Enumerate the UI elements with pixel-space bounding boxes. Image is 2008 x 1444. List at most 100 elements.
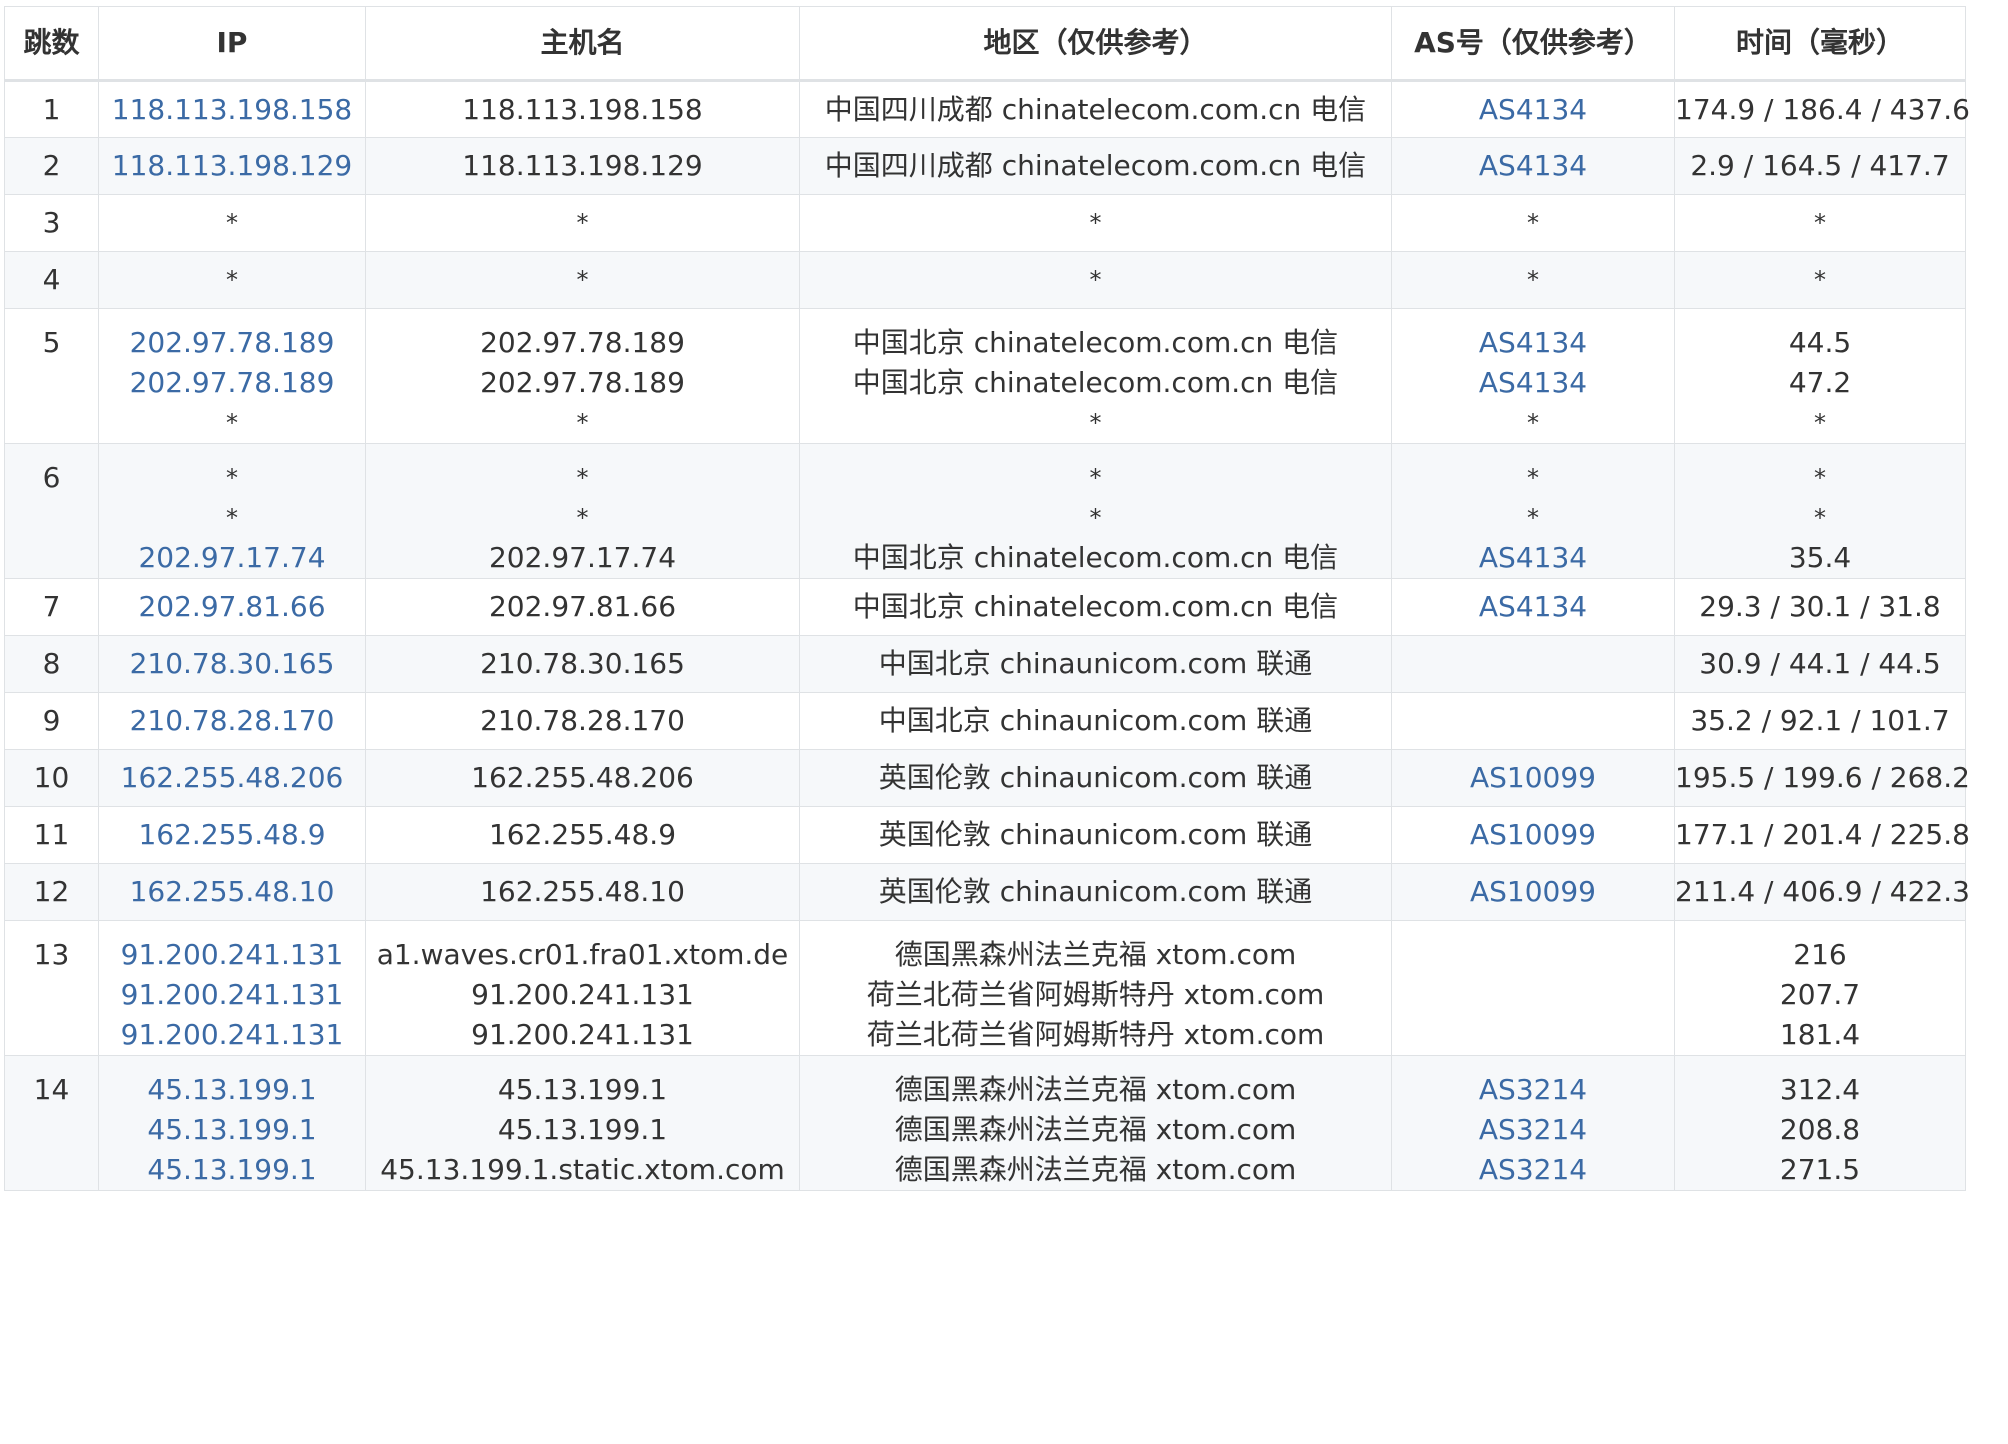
ip-link[interactable]: 45.13.199.1 (99, 1070, 365, 1110)
ip-link[interactable]: 162.255.48.206 (99, 758, 365, 798)
time-text: 29.3 / 30.1 / 31.8 (1699, 590, 1941, 623)
hop-cell: 4 (4, 251, 99, 309)
region-cell: 英国伦敦 chinaunicom.com 联通 (799, 749, 1392, 807)
ip-link[interactable]: 45.13.199.1 (99, 1150, 365, 1190)
host-cell: 202.97.81.66 (365, 578, 800, 636)
ip-cell: 162.255.48.206 (98, 749, 366, 807)
ip-link[interactable]: 202.97.78.189 (99, 323, 365, 363)
ip-link[interactable]: 91.200.241.131 (99, 935, 365, 975)
ip-link[interactable]: 162.255.48.9 (99, 815, 365, 855)
region-cell: 中国北京 chinatelecom.com.cn 电信 中国北京 chinatel… (799, 308, 1392, 444)
time-cell: 174.9 / 186.4 / 437.6 (1674, 80, 1970, 138)
as-text: * (1527, 266, 1539, 294)
region-cell: 中国四川成都 chinatelecom.com.cn 电信 (799, 80, 1392, 138)
region-text: * (1089, 504, 1102, 532)
as-link[interactable]: AS4134 (1392, 90, 1674, 130)
table-row: 9 210.78.28.170 210.78.28.170 中国北京 chinauni… (4, 692, 1966, 750)
table-row: 2 118.113.198.129 118.113.198.129 中国四川成都 ch… (4, 137, 1966, 195)
host-cell: a1.waves.cr01.fra01.xtom.de 91.200.241.13… (365, 920, 800, 1056)
as-link[interactable]: AS4134 (1392, 146, 1674, 186)
ip-link[interactable]: 202.97.17.74 (99, 538, 365, 578)
table-row: 11 162.255.48.9 162.255.48.9 英国伦敦 chinaunic… (4, 806, 1970, 864)
region-text: 中国四川成都 chinatelecom.com.cn 电信 (824, 92, 1367, 126)
region-cell: 英国伦敦 chinaunicom.com 联通 (799, 863, 1392, 921)
host-text: * (576, 409, 589, 437)
as-link[interactable]: AS3214 (1392, 1110, 1674, 1150)
region-text: 中国四川成都 chinatelecom.com.cn 电信 (824, 149, 1367, 182)
as-text: * (1527, 504, 1539, 532)
host-cell: 118.113.198.129 (365, 137, 800, 195)
as-link[interactable]: AS4134 (1392, 323, 1674, 363)
ip-cell: * (98, 251, 366, 309)
region-text: * (1089, 209, 1102, 237)
time-text: * (1814, 409, 1826, 437)
ip-link[interactable]: 118.113.198.129 (99, 146, 365, 186)
ip-link[interactable]: 91.200.241.131 (99, 975, 365, 1015)
hop-cell: 9 (4, 692, 99, 750)
table-row: 5 202.97.78.189 202.97.78.189 * 202.97.78.18… (4, 308, 1966, 444)
region-text: 荷兰北荷兰省阿姆斯特丹 xtom.com (866, 978, 1325, 1011)
as-link[interactable]: AS10099 (1392, 758, 1674, 798)
as-link[interactable]: AS10099 (1392, 815, 1674, 855)
region-text: 中国北京 chinatelecom.com.cn 电信 (852, 366, 1339, 399)
ip-link[interactable]: 118.113.198.158 (99, 90, 365, 130)
time-cell: 195.5 / 199.6 / 268.2 (1674, 749, 1970, 807)
ip-cell: 45.13.199.1 45.13.199.1 45.13.199.1 (98, 1055, 366, 1191)
as-cell: AS3214 AS3214 AS3214 (1391, 1055, 1675, 1191)
as-cell: AS4134 (1391, 578, 1675, 636)
ip-link[interactable]: 202.97.78.189 (99, 363, 365, 403)
ip-link[interactable]: 45.13.199.1 (99, 1110, 365, 1150)
host-text: * (576, 266, 589, 294)
time-text: 177.1 / 201.4 / 225.8 (1675, 818, 1970, 851)
region-text: 中国北京 chinatelecom.com.cn 电信 (852, 326, 1339, 359)
as-cell: * (1391, 194, 1675, 252)
time-cell: 35.2 / 92.1 / 101.7 (1674, 692, 1966, 750)
ip-link[interactable]: 91.200.241.131 (99, 1015, 365, 1055)
time-text: 47.2 (1788, 366, 1852, 399)
as-text (1392, 935, 1674, 975)
time-text: 44.5 (1788, 326, 1852, 359)
host-text: 202.97.78.189 (480, 366, 685, 399)
host-cell: 162.255.48.10 (365, 863, 800, 921)
time-cell: 177.1 / 201.4 / 225.8 (1674, 806, 1970, 864)
as-link[interactable]: AS3214 (1392, 1070, 1674, 1110)
time-cell: 44.5 47.2 * (1674, 308, 1966, 444)
host-text: 202.97.81.66 (488, 590, 677, 623)
host-text: 162.255.48.9 (488, 818, 677, 851)
as-link[interactable]: AS4134 (1392, 587, 1674, 627)
hop-cell: 13 (4, 920, 99, 1056)
hop-cell: 14 (4, 1055, 99, 1191)
as-link[interactable]: AS4134 (1392, 538, 1674, 578)
time-cell: * (1674, 251, 1966, 309)
time-cell: 312.4 208.8 271.5 (1674, 1055, 1966, 1191)
hop-cell: 12 (4, 863, 99, 921)
ip-cell: 162.255.48.9 (98, 806, 366, 864)
table-row: 13 91.200.241.131 91.200.241.131 91.200.241… (4, 920, 1966, 1056)
ip-cell: * (98, 194, 366, 252)
ip-cell: * * 202.97.17.74 (98, 443, 366, 579)
as-link[interactable]: AS3214 (1392, 1150, 1674, 1190)
region-text: 英国伦敦 chinaunicom.com 联通 (878, 761, 1313, 794)
ip-link[interactable]: 210.78.28.170 (99, 701, 365, 741)
ip-cell: 202.97.81.66 (98, 578, 366, 636)
as-text: * (1527, 409, 1539, 437)
region-text: 德国黑森州法兰克福 xtom.com (894, 938, 1297, 971)
ip-link[interactable]: 162.255.48.10 (99, 872, 365, 912)
time-text: 207.7 (1779, 978, 1861, 1011)
ip-text: * (226, 504, 238, 532)
ip-link[interactable]: 202.97.81.66 (99, 587, 365, 627)
region-text: * (1089, 464, 1102, 492)
region-cell: * (799, 251, 1392, 309)
as-cell (1391, 920, 1675, 1056)
table-row: 14 45.13.199.1 45.13.199.1 45.13.199.1 45.13… (4, 1055, 1966, 1191)
ip-cell: 118.113.198.158 (98, 80, 366, 138)
time-text: 174.9 / 186.4 / 437.6 (1675, 92, 1970, 126)
region-text: 英国伦敦 chinaunicom.com 联通 (878, 875, 1313, 908)
ip-link[interactable]: 210.78.30.165 (99, 644, 365, 684)
region-text: 中国北京 chinaunicom.com 联通 (878, 647, 1313, 680)
as-link[interactable]: AS4134 (1392, 363, 1674, 403)
time-text: * (1814, 266, 1826, 294)
hop-cell: 5 (4, 308, 99, 444)
as-link[interactable]: AS10099 (1392, 872, 1674, 912)
header-host: 主机名 (365, 6, 800, 82)
